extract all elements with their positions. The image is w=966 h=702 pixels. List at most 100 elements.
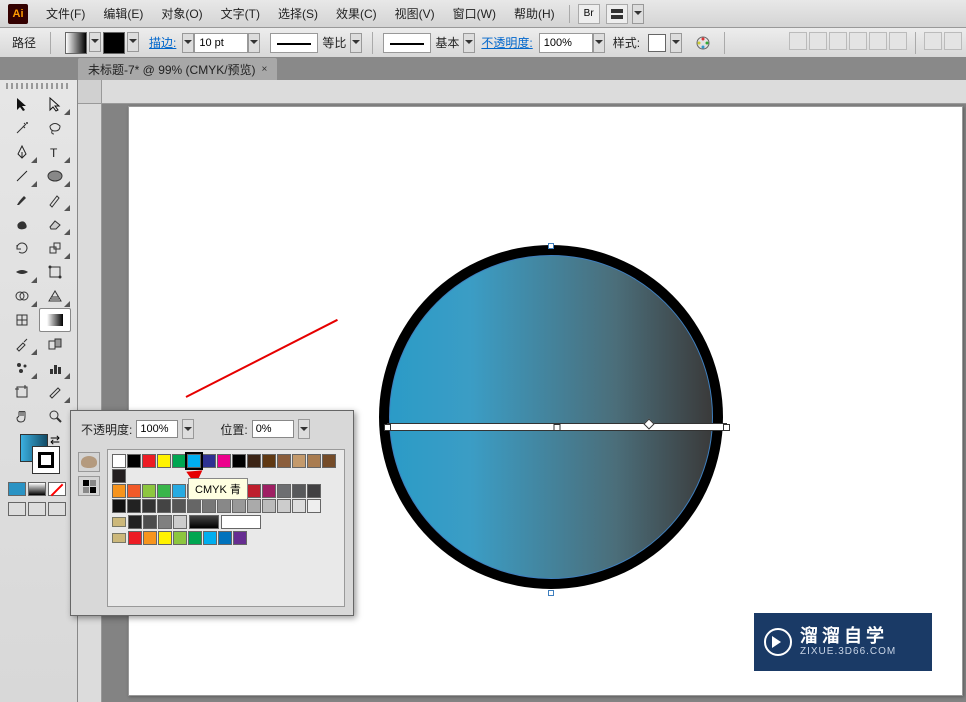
none-mode-button[interactable]: [48, 482, 66, 496]
perspective-grid-tool[interactable]: [39, 284, 71, 308]
gradient-stop-start[interactable]: [384, 424, 391, 431]
ruler-horizontal[interactable]: [102, 80, 966, 104]
opacity-link[interactable]: 不透明度:: [479, 34, 534, 51]
swatch-item[interactable]: [172, 499, 186, 513]
swatches-icon[interactable]: [78, 476, 100, 496]
fill-stroke-indicator[interactable]: ⇄: [20, 434, 71, 480]
selection-tool[interactable]: [6, 92, 38, 116]
ellipse-tool[interactable]: [39, 164, 71, 188]
swatch-item[interactable]: [307, 484, 321, 498]
bridge-button[interactable]: Br: [578, 4, 600, 24]
swatch-item[interactable]: [247, 499, 261, 513]
gradient-stop-end[interactable]: [723, 424, 730, 431]
fill-swatch[interactable]: [65, 32, 87, 54]
swatch-item[interactable]: [218, 531, 232, 545]
stroke-dropdown[interactable]: [127, 32, 139, 52]
popup-position-input[interactable]: [252, 420, 294, 438]
swatch-item[interactable]: [127, 454, 141, 468]
shape-builder-tool[interactable]: [6, 284, 38, 308]
swatch-item[interactable]: [158, 515, 172, 529]
swatch-item[interactable]: [247, 454, 261, 468]
gradient-midpoint[interactable]: [554, 424, 561, 431]
brush-dropdown[interactable]: [463, 33, 475, 53]
fill-stroke-swatches[interactable]: [65, 32, 139, 54]
fill-dropdown[interactable]: [89, 32, 101, 52]
swatch-item[interactable]: [142, 484, 156, 498]
opacity-input[interactable]: [539, 33, 593, 53]
swatch-item[interactable]: [203, 531, 217, 545]
line-tool[interactable]: [6, 164, 38, 188]
swatch-item[interactable]: [112, 454, 126, 468]
opacity-dropdown[interactable]: [593, 33, 605, 53]
swatch-item[interactable]: [173, 531, 187, 545]
direct-selection-tool[interactable]: [39, 92, 71, 116]
swatch-item[interactable]: [262, 484, 276, 498]
popup-opacity-dropdown[interactable]: [182, 419, 194, 439]
swatch-item[interactable]: [292, 454, 306, 468]
swatch-item[interactable]: [158, 531, 172, 545]
menu-help[interactable]: 帮助(H): [506, 3, 563, 24]
gradient-annotator[interactable]: [387, 423, 727, 431]
swatch-item[interactable]: [143, 515, 157, 529]
swatch-item[interactable]: [233, 531, 247, 545]
isolate-button[interactable]: [944, 32, 962, 50]
folder-icon[interactable]: [112, 517, 126, 527]
menu-view[interactable]: 视图(V): [387, 3, 443, 24]
screen-full-button[interactable]: [28, 502, 46, 516]
swatch-item[interactable]: [232, 499, 246, 513]
folder-icon[interactable]: [112, 533, 126, 543]
menu-window[interactable]: 窗口(W): [445, 3, 504, 24]
menu-effect[interactable]: 效果(C): [328, 3, 385, 24]
swatch-item[interactable]: [188, 531, 202, 545]
align-bottom-button[interactable]: [889, 32, 907, 50]
rotate-tool[interactable]: [6, 236, 38, 260]
menu-file[interactable]: 文件(F): [38, 3, 93, 24]
lasso-tool[interactable]: [39, 116, 71, 140]
zoom-tool[interactable]: [39, 404, 71, 428]
selection-handle[interactable]: [548, 590, 554, 596]
swatch-item[interactable]: [262, 454, 276, 468]
eraser-tool[interactable]: [39, 212, 71, 236]
screen-normal-button[interactable]: [8, 502, 26, 516]
brush-preview[interactable]: [383, 33, 431, 53]
scale-tool[interactable]: [39, 236, 71, 260]
swatch-item[interactable]: [277, 454, 291, 468]
document-tab[interactable]: 未标题-7* @ 99% (CMYK/预览) ×: [78, 58, 277, 80]
swatch-item[interactable]: [322, 454, 336, 468]
swatch-item[interactable]: [157, 484, 171, 498]
stroke-indicator[interactable]: [32, 446, 60, 474]
toolbox-grip[interactable]: [6, 83, 71, 89]
symbol-sprayer-tool[interactable]: [6, 356, 38, 380]
swatch-item[interactable]: [217, 499, 231, 513]
gradient-mode-button[interactable]: [28, 482, 46, 496]
free-transform-tool[interactable]: [39, 260, 71, 284]
swatch-item[interactable]: [202, 454, 216, 468]
type-tool[interactable]: T: [39, 140, 71, 164]
mesh-tool[interactable]: [6, 308, 38, 332]
swatch-item[interactable]: [143, 531, 157, 545]
circle-shape[interactable]: [379, 245, 723, 589]
stroke-link[interactable]: 描边:: [147, 34, 178, 51]
swatch-item[interactable]: [172, 484, 186, 498]
align-left-button[interactable]: [789, 32, 807, 50]
arrange-dropdown[interactable]: [632, 4, 644, 24]
hand-tool[interactable]: [6, 404, 38, 428]
pen-tool[interactable]: [6, 140, 38, 164]
slice-tool[interactable]: [39, 380, 71, 404]
stroke-swatch[interactable]: [103, 32, 125, 54]
swatch-item[interactable]: [232, 454, 246, 468]
swatch-item[interactable]: [202, 499, 216, 513]
swap-fill-stroke-icon[interactable]: ⇄: [50, 433, 60, 447]
align-middle-button[interactable]: [869, 32, 887, 50]
magic-wand-tool[interactable]: [6, 116, 38, 140]
swatch-item[interactable]: [292, 484, 306, 498]
popup-position-dropdown[interactable]: [298, 419, 310, 439]
swatch-item[interactable]: [112, 484, 126, 498]
swatch-item[interactable]: [157, 454, 171, 468]
artboard-tool[interactable]: [6, 380, 38, 404]
screen-present-button[interactable]: [48, 502, 66, 516]
swatch-item[interactable]: [247, 484, 261, 498]
swatch-item[interactable]: [217, 454, 231, 468]
swatch-item[interactable]: [189, 515, 219, 529]
swatch-item[interactable]: [157, 499, 171, 513]
